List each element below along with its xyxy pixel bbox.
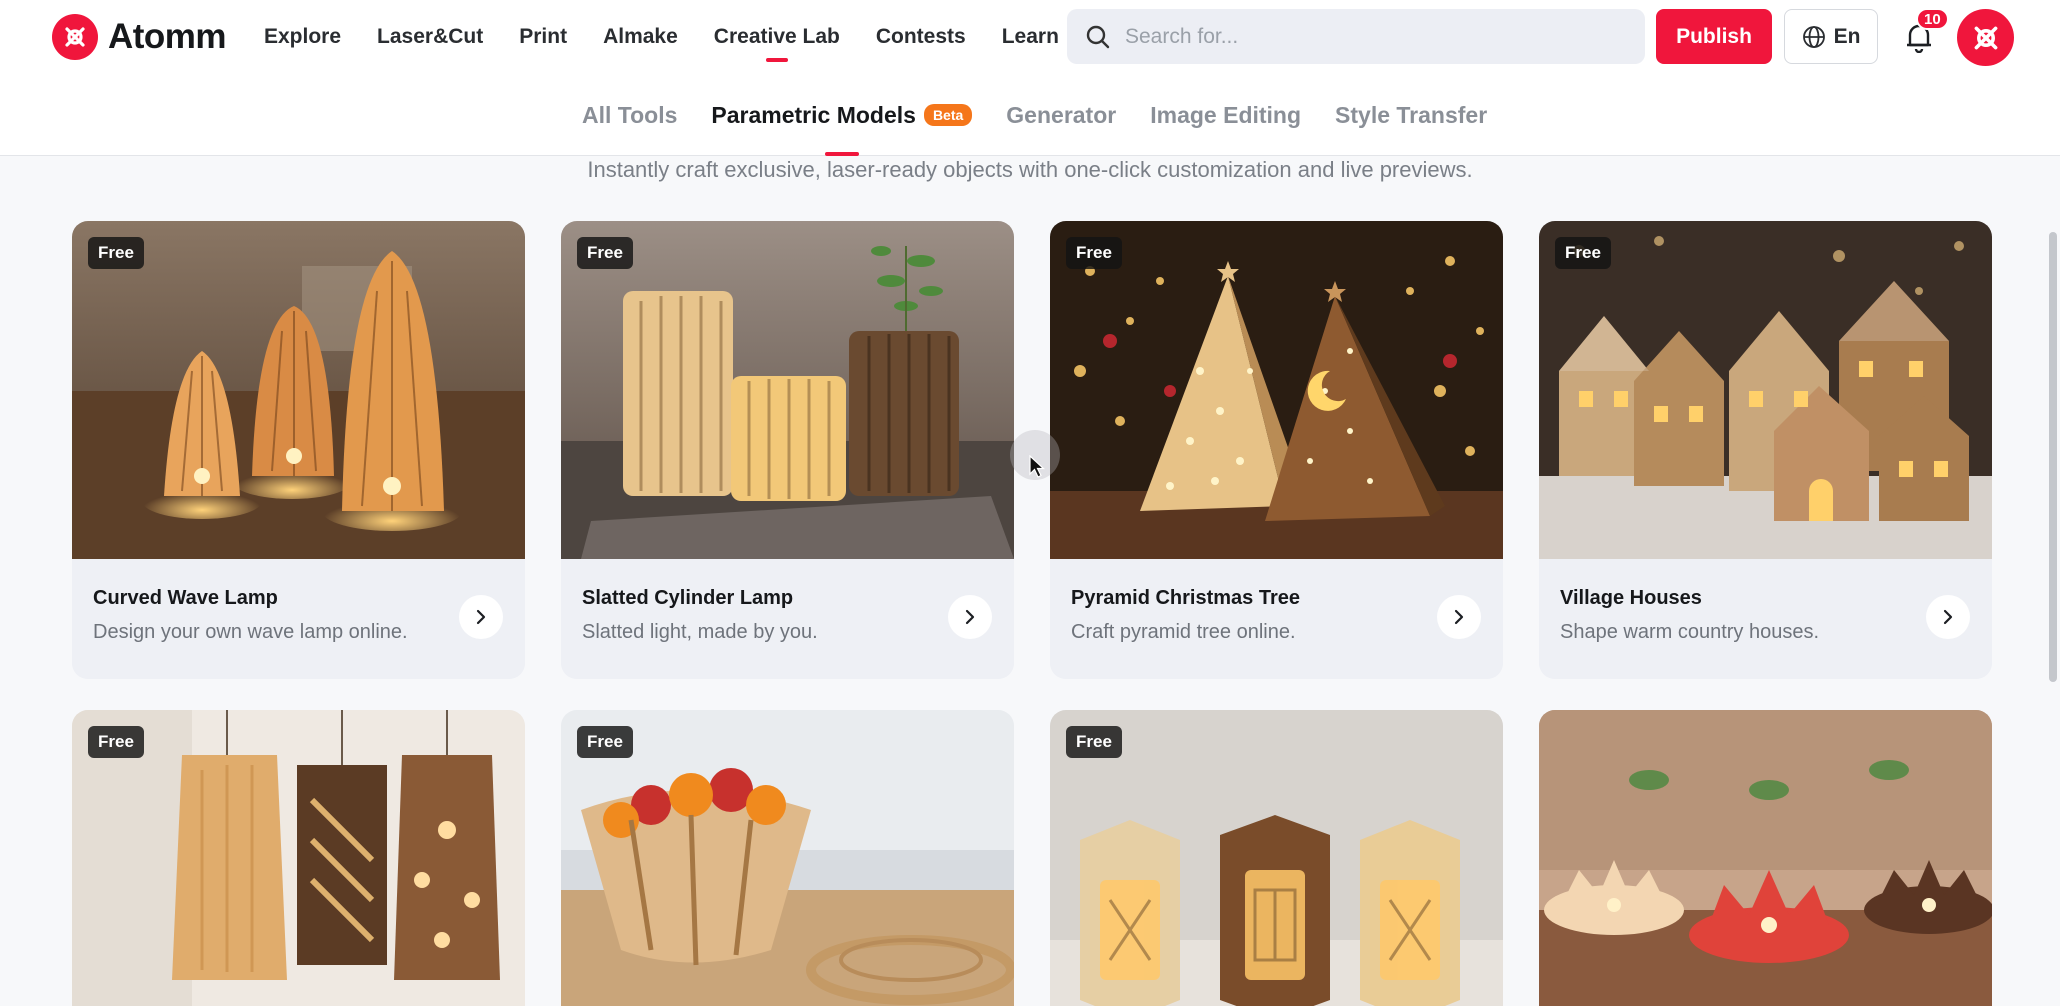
tab-label: Parametric Models [711, 101, 916, 128]
model-thumbnail [561, 221, 1014, 559]
card-title: Village Houses [1560, 587, 1702, 609]
model-card[interactable]: Free Slatted Cylinder Lamp Slatted light… [561, 221, 1014, 679]
tab-all-tools[interactable]: All Tools [582, 74, 677, 156]
card-description: Shape warm country houses. [1560, 621, 1820, 643]
nav-label: Learn [1001, 25, 1059, 48]
free-badge: Free [577, 726, 633, 758]
nav-item-print[interactable]: Print [519, 0, 567, 74]
free-badge: Free [88, 237, 144, 269]
search-bar[interactable] [1067, 9, 1645, 64]
model-card[interactable]: Free Pyramid Christmas Tree Craft pyrami… [1050, 221, 1503, 679]
user-avatar[interactable] [1957, 9, 2014, 66]
publish-button[interactable]: Publish [1656, 9, 1772, 64]
card-title: Curved Wave Lamp [93, 587, 278, 609]
tab-style-transfer[interactable]: Style Transfer [1335, 74, 1487, 156]
card-description: Craft pyramid tree online. [1071, 621, 1296, 643]
model-card[interactable]: Free [561, 710, 1014, 1006]
model-thumbnail [72, 221, 525, 559]
chevron-right-icon [965, 609, 975, 625]
atomm-logo-icon [1974, 26, 1997, 49]
card-info: Slatted Cylinder Lamp Slatted light, mad… [561, 559, 1014, 679]
free-badge: Free [1555, 237, 1611, 269]
open-model-button[interactable] [948, 595, 992, 639]
tab-image-editing[interactable]: Image Editing [1150, 74, 1301, 156]
nav-label: Creative Lab [713, 25, 840, 48]
nav-label: Almake [603, 25, 678, 48]
free-badge: Free [577, 237, 633, 269]
nav-item-contests[interactable]: Contests [876, 0, 966, 74]
tab-label: Generator [1006, 101, 1117, 128]
globe-icon [1802, 25, 1825, 48]
open-model-button[interactable] [1926, 595, 1970, 639]
card-title: Slatted Cylinder Lamp [582, 587, 794, 609]
nav-label: Print [519, 25, 568, 48]
model-card[interactable] [1539, 710, 1992, 1006]
tab-parametric-models[interactable]: Parametric Models Beta [711, 74, 973, 156]
chevron-right-icon [476, 609, 486, 625]
search-icon [1086, 25, 1110, 48]
model-card[interactable]: Free [1050, 710, 1503, 1006]
nav-item-explore[interactable]: Explore [264, 0, 341, 74]
tab-generator[interactable]: Generator [1006, 74, 1116, 156]
brand-name: Atomm [108, 17, 227, 56]
atomm-logo-icon [52, 14, 98, 60]
card-info: Village Houses Shape warm country houses… [1539, 559, 1992, 679]
card-title: Pyramid Christmas Tree [1071, 587, 1300, 609]
language-button[interactable]: En [1784, 9, 1878, 64]
card-description: Design your own wave lamp online. [93, 621, 408, 643]
open-model-button[interactable] [1437, 595, 1481, 639]
page-scrollbar[interactable] [2049, 232, 2057, 682]
main-nav: Explore Laser&Cut Print Almake Creative … [264, 0, 1083, 74]
tab-label: Image Editing [1150, 101, 1302, 128]
tab-label: Style Transfer [1335, 101, 1488, 128]
model-card[interactable]: Free Village Houses Shape warm country h… [1539, 221, 1992, 679]
beta-badge: Beta [923, 104, 973, 126]
tool-category-tabs: All Tools Parametric Models Beta Generat… [0, 74, 2060, 156]
free-badge: Free [1066, 237, 1122, 269]
nav-item-laser-cut[interactable]: Laser&Cut [377, 0, 483, 74]
free-badge: Free [1066, 726, 1122, 758]
free-badge: Free [88, 726, 144, 758]
nav-label: Laser&Cut [377, 25, 484, 48]
page-tagline: Instantly craft exclusive, laser-ready o… [587, 157, 1473, 182]
model-thumbnail [1539, 221, 1992, 559]
model-card[interactable]: Free Curved Wave Lamp Design your own wa… [72, 221, 525, 679]
top-bar: Atomm Explore Laser&Cut Print Almake Cre… [0, 0, 2060, 74]
model-thumbnail [1539, 710, 1992, 1006]
open-model-button[interactable] [459, 595, 503, 639]
brand-logo[interactable]: Atomm [52, 14, 227, 60]
nav-label: Explore [264, 25, 342, 48]
tab-label: All Tools [582, 101, 678, 128]
nav-item-almake[interactable]: Almake [603, 0, 678, 74]
mouse-pointer-icon [1029, 455, 1045, 478]
notification-count-badge: 10 [1916, 8, 1949, 30]
model-thumbnail [1050, 221, 1503, 559]
card-info: Pyramid Christmas Tree Craft pyramid tre… [1050, 559, 1503, 679]
card-info: Curved Wave Lamp Design your own wave la… [72, 559, 525, 679]
search-input[interactable] [1125, 24, 1605, 49]
nav-item-creative-lab[interactable]: Creative Lab [714, 0, 840, 74]
language-label: En [1833, 24, 1861, 48]
chevron-right-icon [1943, 609, 1953, 625]
card-description: Slatted light, made by you. [582, 621, 818, 643]
model-card[interactable]: Free [72, 710, 525, 1006]
nav-label: Contests [875, 25, 966, 48]
chevron-right-icon [1454, 609, 1464, 625]
